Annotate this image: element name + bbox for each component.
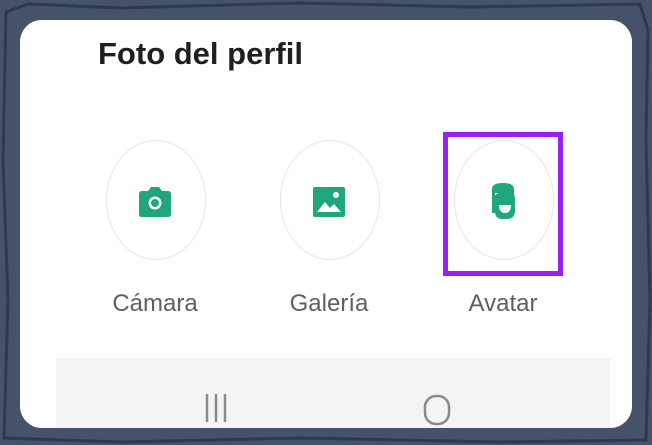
sheet-title: Foto del perfil [98, 36, 303, 71]
gallery-option[interactable]: Galería [276, 140, 396, 317]
camera-option[interactable]: Cámara [102, 140, 222, 317]
avatar-icon [492, 183, 515, 219]
home-icon[interactable] [422, 392, 452, 428]
avatar-option[interactable]: Avatar [450, 140, 570, 317]
recents-icon[interactable] [201, 388, 231, 428]
gallery-icon [313, 187, 345, 217]
avatar-label: Avatar [468, 290, 538, 317]
camera-label: Cámara [112, 290, 198, 317]
profile-photo-sheet: Foto del perfil Cámara Galería Avatar [20, 20, 632, 428]
navigation-bar [56, 358, 610, 428]
camera-icon [139, 187, 171, 217]
gallery-label: Galería [289, 290, 369, 317]
